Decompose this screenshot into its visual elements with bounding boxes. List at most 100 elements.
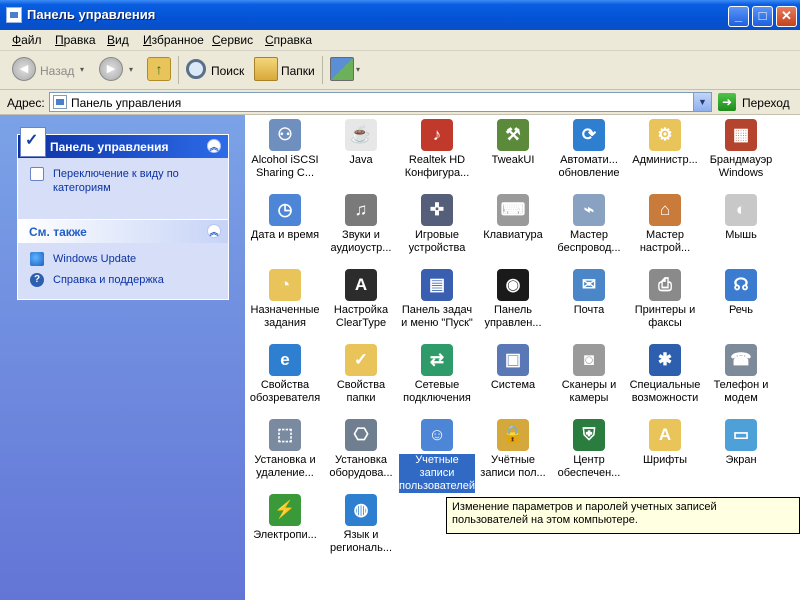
title-bar[interactable]: Панель управления _ □ ✕ <box>0 0 800 30</box>
control-panel-item[interactable]: ☎ Телефон и модем <box>703 340 779 410</box>
control-panel-item[interactable]: ☊ Речь <box>703 265 779 335</box>
go-button-label[interactable]: Переход <box>742 96 790 110</box>
folder-options-icon: ✓ <box>345 344 377 376</box>
item-label: Realtek HD Конфигура... <box>404 154 470 179</box>
item-label: Настройка ClearType <box>333 304 389 329</box>
globe-shield-icon: ⟳ <box>573 119 605 151</box>
control-panel-item[interactable]: ◙ Сканеры и камеры <box>551 340 627 410</box>
back-arrow-icon[interactable]: ◀ <box>12 57 36 81</box>
toolbar-separator <box>322 56 323 84</box>
item-label: Клавиатура <box>483 229 543 241</box>
control-panel-item[interactable]: ⚇ Alcohol iSCSI Sharing C... <box>247 115 323 185</box>
back-dropdown-icon[interactable]: ▾ <box>80 65 84 74</box>
toolbar: ◀ Назад ▾ ▶ ▾ ↑ Поиск Папки ▾ <box>0 51 800 90</box>
views-dropdown-icon[interactable]: ▾ <box>356 65 360 74</box>
control-panel-item[interactable]: ✉ Почта <box>551 265 627 335</box>
collapse-chevron-icon[interactable]: ︽ <box>207 139 221 153</box>
control-panel-item[interactable]: ☺ Учетные записи пользователей <box>399 415 475 493</box>
address-value[interactable]: Панель управления <box>71 96 181 110</box>
item-label: Автомати... обновление <box>558 154 620 179</box>
address-input[interactable]: Панель управления ▼ <box>49 92 712 112</box>
control-panel-item[interactable]: ✱ Специальные возможности <box>627 340 703 410</box>
help-icon[interactable]: ? <box>30 273 44 287</box>
windows-update-link[interactable]: Windows Update <box>53 253 136 265</box>
menu-tools[interactable]: Сервис <box>212 33 253 47</box>
menu-help[interactable]: Справка <box>265 33 312 47</box>
address-dropdown-icon[interactable]: ▼ <box>693 93 711 111</box>
control-panel-item[interactable]: 🔒 Учётные записи пол... <box>475 415 551 485</box>
control-panel-item[interactable]: ▦ Брандмауэр Windows <box>703 115 779 185</box>
search-button-label[interactable]: Поиск <box>211 64 244 78</box>
windows-update-icon[interactable] <box>30 252 44 266</box>
control-panel-item[interactable]: ▣ Система <box>475 340 551 410</box>
control-panel-item[interactable]: ▭ Экран <box>703 415 779 485</box>
menu-favorites[interactable]: Избранное <box>143 33 204 47</box>
control-panel-item[interactable]: ♫ Звуки и аудиоустр... <box>323 190 399 260</box>
menu-view[interactable]: Вид <box>107 33 129 47</box>
control-panel-item[interactable]: A Шрифты <box>627 415 703 485</box>
control-panel-item[interactable]: ✓ Свойства папки <box>323 340 399 410</box>
item-label: Учётные записи пол... <box>480 454 546 479</box>
item-label: Язык и региональ... <box>329 529 393 554</box>
control-panel-item[interactable]: ⛨ Центр обеспечен... <box>551 415 627 485</box>
forward-dropdown-icon[interactable]: ▾ <box>129 65 133 74</box>
control-panel-item[interactable]: ◉ Панель управлен... <box>475 265 551 335</box>
printer-icon: ⎙ <box>649 269 681 301</box>
item-label: Игровые устройства <box>408 229 466 254</box>
item-label: Мышь <box>725 229 757 241</box>
control-panel-item[interactable]: ◷ Дата и время <box>247 190 323 260</box>
fonts-icon: A <box>649 419 681 451</box>
item-label: Панель задач и меню "Пуск" <box>401 304 473 329</box>
control-panel-item[interactable]: ◐ Мышь <box>703 190 779 260</box>
control-panel-item[interactable]: ⇄ Сетевые подключения <box>399 340 475 410</box>
views-icon[interactable] <box>330 57 354 81</box>
minimize-button[interactable]: _ <box>728 6 749 27</box>
back-button-label[interactable]: Назад <box>40 64 74 78</box>
speech-icon: ☊ <box>725 269 757 301</box>
control-panel-item[interactable]: ⬚ Установка и удаление... <box>247 415 323 485</box>
forward-arrow-icon[interactable]: ▶ <box>99 57 123 81</box>
menu-bar: Файл Правка Вид Избранное Сервис Справка <box>0 30 800 51</box>
control-panel-item[interactable]: ◔ Назначенные задания <box>247 265 323 335</box>
menu-edit[interactable]: Правка <box>55 33 96 47</box>
menu-file[interactable]: Файл <box>12 33 42 47</box>
maximize-button[interactable]: □ <box>752 6 773 27</box>
control-panel-section-header[interactable]: Панель управления ︽ <box>18 127 228 158</box>
control-panel-icon <box>6 7 22 23</box>
help-support-link[interactable]: Справка и поддержка <box>53 274 164 286</box>
control-panel-item[interactable]: ◍ Язык и региональ... <box>323 490 399 560</box>
item-label: Речь <box>728 304 754 316</box>
folders-button-label[interactable]: Папки <box>281 64 315 78</box>
item-label: Администр... <box>632 154 698 166</box>
java-icon: ☕ <box>345 119 377 151</box>
control-panel-item[interactable]: ⌨ Клавиатура <box>475 190 551 260</box>
control-panel-item[interactable]: ⚒ TweakUI <box>475 115 551 185</box>
control-panel-item[interactable]: A Настройка ClearType <box>323 265 399 335</box>
category-view-icon[interactable] <box>30 167 44 181</box>
item-label: Назначенные задания <box>250 304 320 329</box>
control-panel-item[interactable]: ⟳ Автомати... обновление <box>551 115 627 185</box>
switch-category-view-link[interactable]: Переключение к виду по категориям <box>53 167 218 195</box>
control-panel-item[interactable]: ⎙ Принтеры и факсы <box>627 265 703 335</box>
collapse-chevron-icon[interactable]: ︽ <box>207 224 221 238</box>
folders-icon[interactable] <box>254 57 278 81</box>
folder-up-icon[interactable]: ↑ <box>147 57 171 81</box>
control-panel-item[interactable]: ♪ Realtek HD Конфигура... <box>399 115 475 185</box>
task-pane: Панель управления ︽ Переключение к виду … <box>0 115 245 600</box>
region-globe-icon: ◍ <box>345 494 377 526</box>
control-panel-item[interactable]: ✜ Игровые устройства <box>399 190 475 260</box>
control-panel-item[interactable]: ⎔ Установка оборудова... <box>323 415 399 485</box>
item-label: Java <box>349 154 373 166</box>
control-panel-item[interactable]: ⚡ Электропи... <box>247 490 323 560</box>
control-panel-item[interactable]: ⌁ Мастер беспровод... <box>551 190 627 260</box>
go-arrow-icon[interactable]: ➜ <box>718 93 736 111</box>
control-panel-item[interactable]: ▤ Панель задач и меню "Пуск" <box>399 265 475 335</box>
close-button[interactable]: ✕ <box>776 6 797 27</box>
nvidia-icon: ◉ <box>497 269 529 301</box>
search-icon[interactable] <box>186 59 206 79</box>
control-panel-item[interactable]: ⌂ Мастер настрой... <box>627 190 703 260</box>
control-panel-item[interactable]: ⚙ Администр... <box>627 115 703 185</box>
control-panel-item[interactable]: ☕ Java <box>323 115 399 185</box>
control-panel-item[interactable]: e Свойства обозревателя <box>247 340 323 410</box>
see-also-section-header[interactable]: См. также ︽ <box>18 220 228 243</box>
